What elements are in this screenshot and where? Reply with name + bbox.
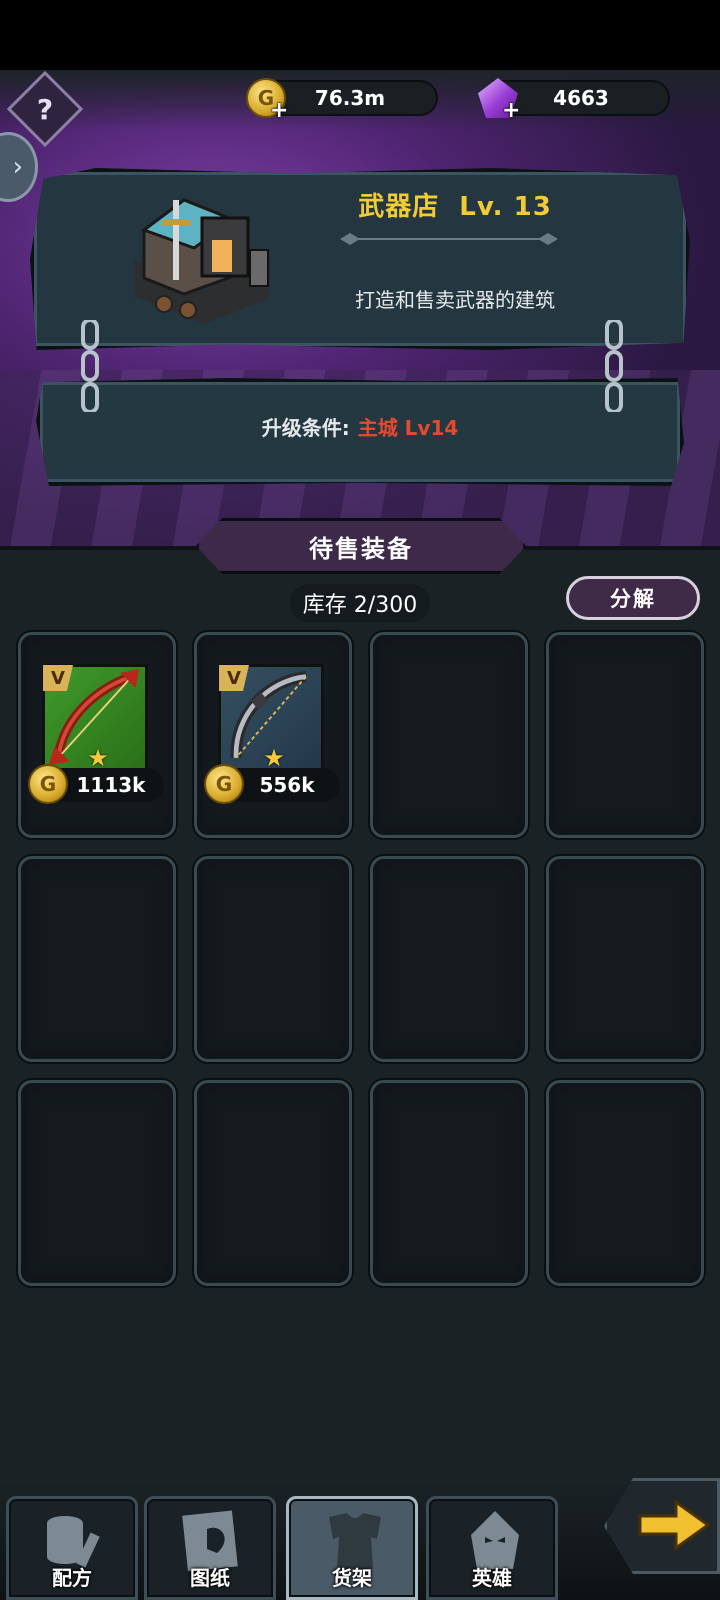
stock-counter: 库存 2/300: [290, 584, 430, 622]
chain-left-ornament: [81, 320, 99, 412]
tab-label: 货架: [332, 1566, 372, 1590]
upgrade-requirement: 主城 Lv14: [357, 416, 459, 440]
item-price-tag: 1113k: [58, 768, 164, 802]
gold-counter[interactable]: 76.3m: [262, 80, 438, 116]
equipment-slot-10[interactable]: [194, 1080, 352, 1286]
gold-coin-icon: G: [204, 764, 244, 804]
building-description: 打造和售卖武器的建筑: [355, 288, 555, 312]
equipment-slot-11[interactable]: [370, 1080, 528, 1286]
equipment-slot-5[interactable]: [18, 856, 176, 1062]
item-card-grey-bow[interactable]: V ★: [218, 664, 324, 776]
equipment-slot-8[interactable]: [546, 856, 704, 1062]
add-gold-icon[interactable]: +: [270, 100, 288, 122]
tab-recipe[interactable]: 配方: [6, 1496, 138, 1600]
chevron-right-icon: ›: [12, 152, 23, 182]
building-name: 武器店: [358, 192, 440, 222]
tab-label: 英雄: [472, 1566, 512, 1590]
question-icon: ?: [36, 92, 54, 126]
section-title-banner: 待售装备: [196, 518, 526, 574]
upgrade-condition-label: 升级条件:: [261, 416, 350, 440]
equipment-slot-7[interactable]: [370, 856, 528, 1062]
item-price-tag: 556k: [234, 768, 340, 802]
tab-label: 图纸: [190, 1566, 230, 1590]
status-bar-area: [0, 0, 720, 70]
upgrade-condition: 升级条件: 主城 Lv14: [36, 412, 684, 441]
gold-amount: 76.3m: [314, 86, 386, 110]
section-title: 待售装备: [309, 534, 413, 563]
tab-shelf[interactable]: 货架: [286, 1496, 418, 1600]
tab-blueprint[interactable]: 图纸: [144, 1496, 276, 1600]
equipment-slot-4[interactable]: [546, 632, 704, 838]
tab-label: 配方: [52, 1566, 92, 1590]
item-price: 1113k: [76, 773, 146, 797]
decompose-button[interactable]: 分解: [566, 576, 700, 620]
arrow-right-icon: [638, 1500, 710, 1550]
item-price: 556k: [259, 773, 315, 797]
gold-coin-icon: G: [28, 764, 68, 804]
equipment-slot-6[interactable]: [194, 856, 352, 1062]
building-level: Lv. 13: [459, 192, 552, 222]
equipment-slot-3[interactable]: [370, 632, 528, 838]
add-gem-icon[interactable]: +: [502, 100, 520, 122]
equipment-slot-12[interactable]: [546, 1080, 704, 1286]
weapon-shop-building-icon: [134, 198, 270, 324]
equipment-slot-9[interactable]: [18, 1080, 176, 1286]
title-divider-ornament: [340, 233, 558, 245]
chain-right-ornament: [605, 320, 623, 412]
building-title: 武器店 Lv. 13: [330, 186, 580, 223]
stock-text: 库存 2/300: [302, 593, 418, 618]
item-card-red-bow[interactable]: V ★: [42, 664, 148, 776]
gem-amount: 4663: [553, 86, 609, 110]
decompose-label: 分解: [610, 587, 656, 611]
tab-hero[interactable]: 英雄: [426, 1496, 558, 1600]
